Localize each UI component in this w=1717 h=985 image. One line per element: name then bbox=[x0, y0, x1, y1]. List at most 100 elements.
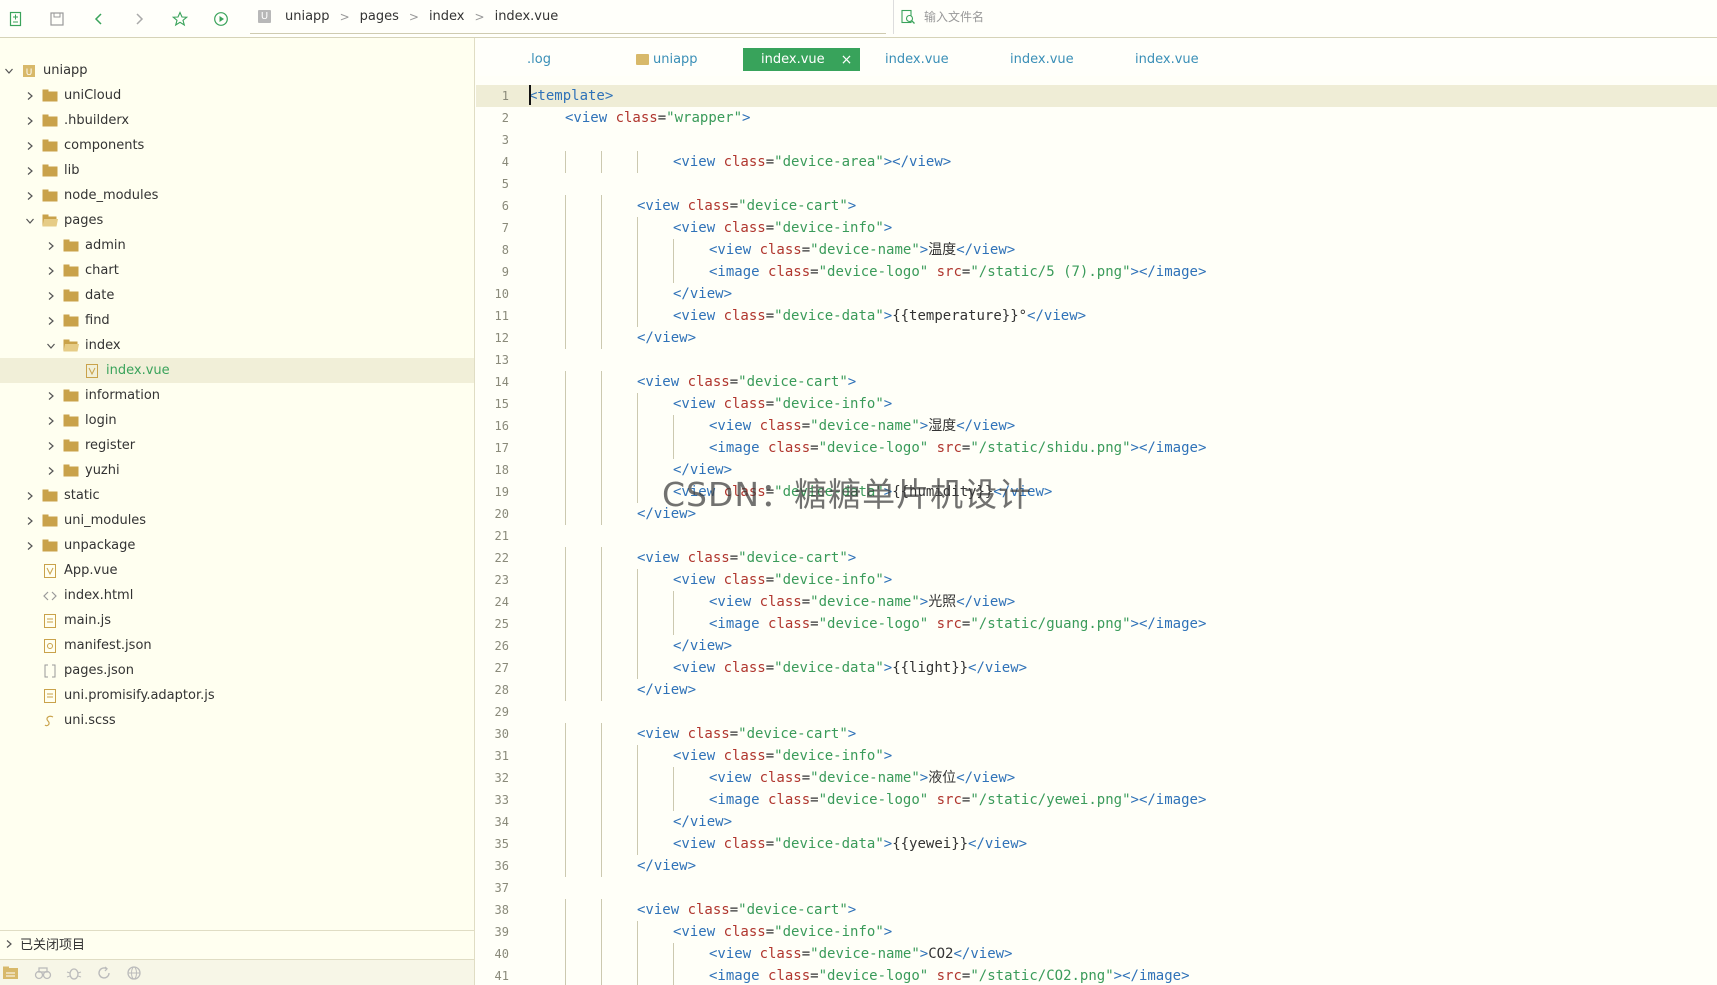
closed-projects-section[interactable]: 已关闭项目 bbox=[0, 930, 474, 956]
chevron-right-icon[interactable] bbox=[45, 240, 57, 252]
tree-item-uniapp[interactable]: Uuniapp bbox=[0, 58, 474, 83]
tree-item-information[interactable]: information bbox=[0, 383, 474, 408]
code-line[interactable]: 15 <view class="device-info"> bbox=[476, 393, 1717, 415]
code-line[interactable]: 39 <view class="device-info"> bbox=[476, 921, 1717, 943]
chevron-right-icon[interactable] bbox=[45, 415, 57, 427]
code-line[interactable]: 25 <image class="device-logo" src="/stati… bbox=[476, 613, 1717, 635]
code-line[interactable]: 32 <view class="device-name">液位</view> bbox=[476, 767, 1717, 789]
tree-item-main-js[interactable]: main.js bbox=[0, 608, 474, 633]
code-editor[interactable]: 1 <template> 2 <view class="wrapper"> 3 4 <vie… bbox=[476, 85, 1717, 985]
tree-item-pages-json[interactable]: pages.json bbox=[0, 658, 474, 683]
tree-item-index-vue[interactable]: index.vue bbox=[0, 358, 474, 383]
tree-item-date[interactable]: date bbox=[0, 283, 474, 308]
code-line[interactable]: 17 <image class="device-logo" src="/stati… bbox=[476, 437, 1717, 459]
tree-item-hbuilderx[interactable]: .hbuilderx bbox=[0, 108, 474, 133]
tree-item-index[interactable]: index bbox=[0, 333, 474, 358]
code-line[interactable]: 34 </view> bbox=[476, 811, 1717, 833]
chevron-down-icon[interactable] bbox=[3, 65, 15, 77]
code-line[interactable]: 5 bbox=[476, 173, 1717, 195]
chevron-right-icon[interactable] bbox=[24, 190, 36, 202]
debug-bug-icon[interactable] bbox=[66, 965, 82, 981]
code-line[interactable]: 14 <view class="device-cart"> bbox=[476, 371, 1717, 393]
tab-index-vue[interactable]: index.vue bbox=[1135, 48, 1199, 71]
code-line[interactable]: 18 </view> bbox=[476, 459, 1717, 481]
code-line[interactable]: 8 <view class="device-name">温度</view> bbox=[476, 239, 1717, 261]
code-line[interactable]: 10 </view> bbox=[476, 283, 1717, 305]
chevron-down-icon[interactable] bbox=[45, 340, 57, 352]
tree-item-app-vue[interactable]: App.vue bbox=[0, 558, 474, 583]
tab-uniapp[interactable]: uniapp bbox=[636, 48, 698, 71]
save-icon[interactable] bbox=[47, 9, 67, 29]
refresh-icon[interactable] bbox=[96, 965, 112, 981]
chevron-down-icon[interactable] bbox=[24, 215, 36, 227]
tree-item-static[interactable]: static bbox=[0, 483, 474, 508]
code-line[interactable]: 1 <template> bbox=[476, 85, 1717, 107]
breadcrumb-item[interactable]: index bbox=[429, 9, 465, 24]
tab-index-vue[interactable]: index.vue bbox=[885, 48, 949, 71]
chevron-right-icon[interactable] bbox=[24, 540, 36, 552]
breadcrumb-item[interactable]: index.vue bbox=[495, 9, 559, 24]
code-line[interactable]: 36 </view> bbox=[476, 855, 1717, 877]
chevron-right-icon[interactable] bbox=[45, 465, 57, 477]
new-file-icon[interactable] bbox=[6, 9, 26, 29]
code-line[interactable]: 35 <view class="device-data">{{yewei}}</v… bbox=[476, 833, 1717, 855]
back-icon[interactable] bbox=[89, 9, 109, 29]
code-line[interactable]: 27 <view class="device-data">{{light}}</v… bbox=[476, 657, 1717, 679]
chevron-right-icon[interactable] bbox=[45, 315, 57, 327]
forward-icon[interactable] bbox=[129, 9, 149, 29]
code-line[interactable]: 33 <image class="device-logo" src="/stati… bbox=[476, 789, 1717, 811]
tab-index-vue-active[interactable]: index.vue × bbox=[743, 48, 861, 71]
code-line[interactable]: 16 <view class="device-name">湿度</view> bbox=[476, 415, 1717, 437]
tree-item-uni-modules[interactable]: uni_modules bbox=[0, 508, 474, 533]
tree-item-uni-scss[interactable]: uni.scss bbox=[0, 708, 474, 733]
code-line[interactable]: 12 </view> bbox=[476, 327, 1717, 349]
tree-item-unicloud[interactable]: uniCloud bbox=[0, 83, 474, 108]
tree-item-login[interactable]: login bbox=[0, 408, 474, 433]
code-line[interactable]: 31 <view class="device-info"> bbox=[476, 745, 1717, 767]
code-line[interactable]: 41 <image class="device-logo" src="/stati… bbox=[476, 965, 1717, 985]
tree-item-index-html[interactable]: index.html bbox=[0, 583, 474, 608]
chevron-right-icon[interactable] bbox=[45, 440, 57, 452]
chevron-right-icon[interactable] bbox=[45, 265, 57, 277]
code-line[interactable]: 23 <view class="device-info"> bbox=[476, 569, 1717, 591]
tree-item-find[interactable]: find bbox=[0, 308, 474, 333]
tree-item-unpackage[interactable]: unpackage bbox=[0, 533, 474, 558]
breadcrumb-item[interactable]: uniapp bbox=[285, 9, 330, 24]
code-line[interactable]: 29 bbox=[476, 701, 1717, 723]
tree-item-node-modules[interactable]: node_modules bbox=[0, 183, 474, 208]
tree-item-chart[interactable]: chart bbox=[0, 258, 474, 283]
tree-item-admin[interactable]: admin bbox=[0, 233, 474, 258]
tree-item-components[interactable]: components bbox=[0, 133, 474, 158]
code-line[interactable]: 7 <view class="device-info"> bbox=[476, 217, 1717, 239]
chevron-right-icon[interactable] bbox=[24, 140, 36, 152]
chevron-right-icon[interactable] bbox=[24, 490, 36, 502]
code-line[interactable]: 19 <view class="device-data">{{humidity}}… bbox=[476, 481, 1717, 503]
tree-item-lib[interactable]: lib bbox=[0, 158, 474, 183]
chevron-right-icon[interactable] bbox=[45, 390, 57, 402]
code-line[interactable]: 26 </view> bbox=[476, 635, 1717, 657]
chevron-right-icon[interactable] bbox=[24, 165, 36, 177]
code-line[interactable]: 6 <view class="device-cart"> bbox=[476, 195, 1717, 217]
code-line[interactable]: 22 <view class="device-cart"> bbox=[476, 547, 1717, 569]
plugin-icon[interactable] bbox=[34, 965, 52, 981]
tree-item-manifest-json[interactable]: manifest.json bbox=[0, 633, 474, 658]
chevron-right-icon[interactable] bbox=[24, 115, 36, 127]
code-line[interactable]: 21 bbox=[476, 525, 1717, 547]
code-line[interactable]: 24 <view class="device-name">光照</view> bbox=[476, 591, 1717, 613]
run-icon[interactable] bbox=[211, 9, 231, 29]
tree-item-yuzhi[interactable]: yuzhi bbox=[0, 458, 474, 483]
code-line[interactable]: 2 <view class="wrapper"> bbox=[476, 107, 1717, 129]
chevron-right-icon[interactable] bbox=[24, 515, 36, 527]
code-line[interactable]: 28 </view> bbox=[476, 679, 1717, 701]
explorer-icon[interactable] bbox=[2, 965, 20, 981]
code-line[interactable]: 38 <view class="device-cart"> bbox=[476, 899, 1717, 921]
code-line[interactable]: 13 bbox=[476, 349, 1717, 371]
tab-log[interactable]: .log bbox=[527, 48, 551, 71]
code-line[interactable]: 3 bbox=[476, 129, 1717, 151]
globe-icon[interactable] bbox=[126, 965, 142, 981]
tree-item-pages[interactable]: pages bbox=[0, 208, 474, 233]
code-line[interactable]: 4 <view class="device-area"></view> bbox=[476, 151, 1717, 173]
tree-item-register[interactable]: register bbox=[0, 433, 474, 458]
code-line[interactable]: 20 </view> bbox=[476, 503, 1717, 525]
file-search-input[interactable] bbox=[924, 10, 1324, 24]
